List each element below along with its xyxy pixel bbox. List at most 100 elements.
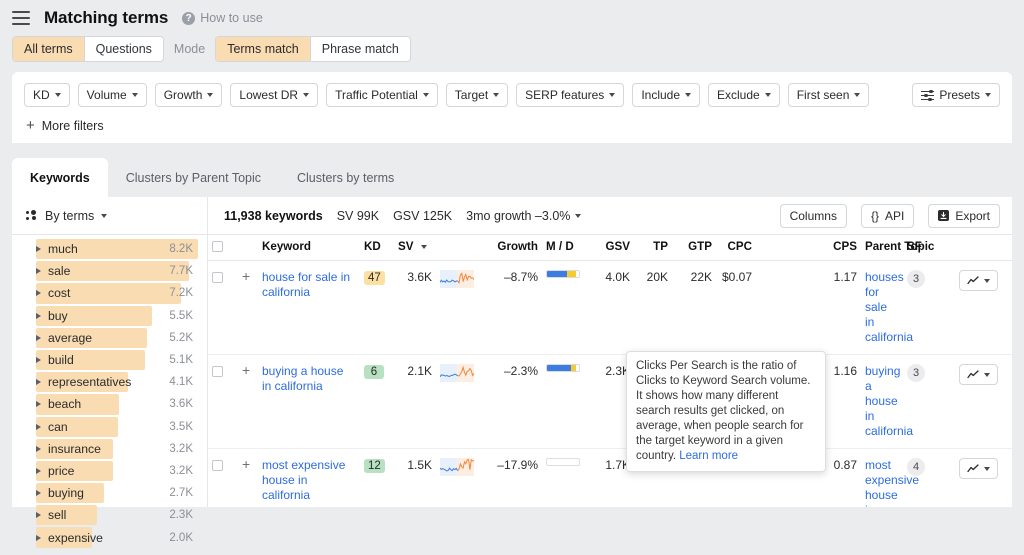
cell-select[interactable]	[208, 261, 238, 355]
select-all-checkbox[interactable]	[212, 241, 223, 252]
filter-exclude[interactable]: Exclude	[708, 83, 780, 107]
cell-add[interactable]: +	[238, 261, 258, 355]
parent-topic-link[interactable]: buying a house in california	[865, 364, 899, 439]
row-checkbox[interactable]	[212, 366, 223, 377]
cell-md	[542, 261, 592, 355]
th-md[interactable]: M / D	[542, 234, 592, 261]
table-row[interactable]: +most expensive house in california121.5…	[208, 449, 1012, 508]
filter-target[interactable]: Target	[446, 83, 508, 107]
th-add	[238, 234, 258, 261]
th-parent-topic[interactable]: Parent Topic	[861, 234, 903, 261]
tab-all-terms[interactable]: All terms	[13, 37, 85, 61]
sort-desc-icon	[421, 245, 427, 249]
hamburger-icon[interactable]	[12, 11, 30, 25]
filter-first-seen[interactable]: First seen	[788, 83, 870, 107]
presets-button[interactable]: Presets	[912, 83, 1000, 107]
summary-growth-dropdown[interactable]: 3mo growth –3.0%	[466, 209, 581, 223]
export-button[interactable]: Export	[928, 204, 1000, 228]
sidebar-term-much[interactable]: much8.2K	[12, 238, 207, 260]
th-kd[interactable]: KD	[360, 234, 394, 261]
how-to-use-link[interactable]: ? How to use	[182, 11, 263, 25]
sidebar-term-average[interactable]: average5.2K	[12, 327, 207, 349]
sidebar-term-representatives[interactable]: representatives4.1K	[12, 371, 207, 393]
filter-include[interactable]: Include	[632, 83, 700, 107]
row-checkbox[interactable]	[212, 272, 223, 283]
tab-questions[interactable]: Questions	[85, 37, 163, 61]
columns-button[interactable]: Columns	[780, 204, 847, 228]
parent-topic-link[interactable]: most expensive house in california	[865, 458, 899, 507]
sidebar-term-buying[interactable]: buying2.7K	[12, 482, 207, 504]
keyword-link[interactable]: buying a house in california	[262, 364, 356, 394]
sidebar-term-expensive[interactable]: expensive2.0K	[12, 526, 207, 548]
th-gsv[interactable]: GSV	[592, 234, 634, 261]
cell-cps: 1.17	[756, 261, 861, 355]
table-row[interactable]: +house for sale in california473.6K–8.7%…	[208, 261, 1012, 355]
add-keyword-icon[interactable]: +	[242, 456, 250, 472]
tab-phrase-match[interactable]: Phrase match	[311, 37, 410, 61]
add-keyword-icon[interactable]: +	[242, 268, 250, 284]
filter-volume[interactable]: Volume	[78, 83, 147, 107]
cell-keyword[interactable]: buying a house in california	[258, 355, 360, 449]
cell-parent-topic[interactable]: houses for sale in california	[861, 261, 903, 355]
cell-parent-topic[interactable]: buying a house in california	[861, 355, 903, 449]
table-row[interactable]: +buying a house in california62.1K–2.3%2…	[208, 355, 1012, 449]
filter-serp-features[interactable]: SERP features	[516, 83, 624, 107]
filter-growth[interactable]: Growth	[155, 83, 223, 107]
trend-dropdown-button[interactable]	[959, 270, 998, 291]
add-keyword-icon[interactable]: +	[242, 362, 250, 378]
th-gtp[interactable]: GTP	[672, 234, 716, 261]
tooltip-learn-more-link[interactable]: Learn more	[679, 450, 738, 462]
filter-traffic-potential[interactable]: Traffic Potential	[326, 83, 438, 107]
chevron-down-icon	[984, 373, 990, 377]
tab-keywords[interactable]: Keywords	[12, 158, 108, 197]
cell-select[interactable]	[208, 449, 238, 508]
tab-terms-match[interactable]: Terms match	[216, 37, 311, 61]
cell-keyword[interactable]: most expensive house in california	[258, 449, 360, 508]
sidebar-term-buy[interactable]: buy5.5K	[12, 305, 207, 327]
triangle-right-icon	[36, 401, 41, 407]
cell-actions[interactable]	[955, 449, 1012, 508]
cell-select[interactable]	[208, 355, 238, 449]
sidebar-term-sell[interactable]: sell2.3K	[12, 504, 207, 526]
tab-clusters-by-parent-topic[interactable]: Clusters by Parent Topic	[108, 158, 279, 197]
parent-topic-link[interactable]: houses for sale in california	[865, 270, 899, 345]
filter-lowest-dr-label: Lowest DR	[239, 88, 298, 102]
th-actions	[955, 234, 1012, 261]
filter-kd[interactable]: KD	[24, 83, 70, 107]
cell-actions[interactable]	[955, 355, 1012, 449]
trend-dropdown-button[interactable]	[959, 458, 998, 479]
keywords-count: 11,938 keywords	[224, 209, 323, 223]
th-cpc[interactable]: CPC	[716, 234, 756, 261]
sidebar-term-price[interactable]: price3.2K	[12, 460, 207, 482]
cell-keyword[interactable]: house for sale in california	[258, 261, 360, 355]
th-cps[interactable]: CPS	[756, 234, 861, 261]
api-button[interactable]: {} API	[861, 204, 914, 228]
keyword-link[interactable]: most expensive house in california	[262, 458, 356, 503]
cell-actions[interactable]	[955, 261, 1012, 355]
cell-add[interactable]: +	[238, 355, 258, 449]
triangle-right-icon	[36, 512, 41, 518]
sidebar-term-sale[interactable]: sale7.7K	[12, 260, 207, 282]
sidebar-term-insurance[interactable]: insurance3.2K	[12, 438, 207, 460]
cell-trend	[436, 449, 484, 508]
th-keyword[interactable]: Keyword	[258, 234, 360, 261]
th-growth[interactable]: Growth	[484, 234, 542, 261]
triangle-right-icon	[36, 490, 41, 496]
row-checkbox[interactable]	[212, 460, 223, 471]
trend-dropdown-button[interactable]	[959, 364, 998, 385]
sidebar-term-cost[interactable]: cost7.2K	[12, 282, 207, 304]
th-tp[interactable]: TP	[634, 234, 672, 261]
sidebar-term-build[interactable]: build5.1K	[12, 349, 207, 371]
tab-clusters-by-terms[interactable]: Clusters by terms	[279, 158, 412, 197]
th-select-all[interactable]	[208, 234, 238, 261]
th-sv[interactable]: SV	[394, 234, 436, 261]
keyword-link[interactable]: house for sale in california	[262, 270, 356, 300]
group-by-dropdown[interactable]: By terms	[12, 197, 207, 234]
cell-add[interactable]: +	[238, 449, 258, 508]
filter-lowest-dr[interactable]: Lowest DR	[230, 83, 318, 107]
more-filters-button[interactable]: + More filters	[26, 118, 1000, 133]
cell-parent-topic[interactable]: most expensive house in california	[861, 449, 903, 508]
term-count: 7.7K	[169, 265, 193, 277]
sidebar-term-can[interactable]: can3.5K	[12, 416, 207, 438]
sidebar-term-beach[interactable]: beach3.6K	[12, 393, 207, 415]
